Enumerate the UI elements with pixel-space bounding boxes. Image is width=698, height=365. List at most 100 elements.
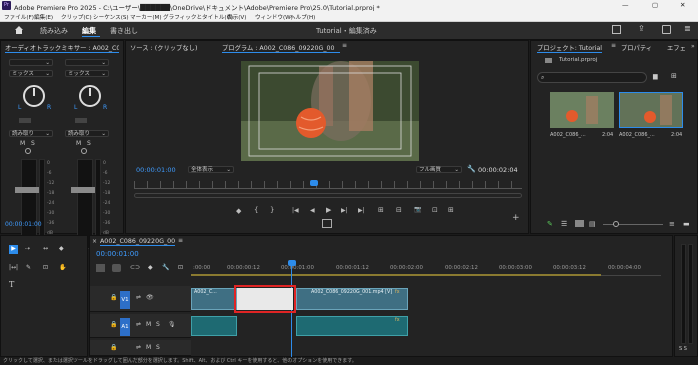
channel-2-mute[interactable]: M xyxy=(76,140,81,147)
home-icon[interactable] xyxy=(14,25,24,35)
channel-1-record-button[interactable] xyxy=(25,148,31,154)
freeform-view-icon[interactable]: ▤ xyxy=(589,220,596,228)
compare-view-button[interactable]: ⊡ xyxy=(432,206,438,214)
clip-v1-main[interactable]: A002_C086_09220G_001.mp4 [V] fx xyxy=(296,288,408,310)
timeline-menu-icon[interactable]: ≡ xyxy=(178,237,183,244)
channel-1-pan-value[interactable] xyxy=(19,118,31,123)
channel-1-mute[interactable]: M xyxy=(20,140,25,147)
mark-out-button[interactable]: } xyxy=(270,206,274,214)
list-view-icon[interactable]: ☰ xyxy=(561,220,567,228)
channel-1-pan-knob[interactable] xyxy=(23,85,45,107)
channel-2-pan-knob[interactable] xyxy=(79,85,101,107)
icon-view-icon[interactable] xyxy=(575,220,584,227)
sync-lock-icon[interactable]: ⇌ xyxy=(136,344,141,351)
vr-view-button[interactable] xyxy=(322,219,332,228)
new-bin-icon[interactable]: ▆ xyxy=(653,73,658,80)
channel-2-input-select[interactable]: ⌄ xyxy=(65,59,109,66)
eye-icon[interactable]: 👁 xyxy=(146,294,154,301)
menu-file[interactable]: ファイル(F) xyxy=(4,13,34,21)
source-monitor-tab[interactable]: ソース : (クリップなし) xyxy=(130,43,197,52)
mixer-title[interactable]: オーディオトラックミキサー : A002_C086_0922C xyxy=(5,43,119,53)
extract-button[interactable]: ⊟ xyxy=(396,206,402,214)
timeline-timecode[interactable]: 00:00:01:00 xyxy=(96,250,139,258)
program-monitor-tab[interactable]: プログラム : A002_C086_09220G_00 xyxy=(222,43,340,53)
program-menu-icon[interactable]: ≡ xyxy=(342,42,347,49)
track-solo-a2[interactable]: S xyxy=(156,344,160,351)
fit-select[interactable]: 全体表示 ⌄ xyxy=(188,166,234,173)
meter-solo-icon[interactable]: S S xyxy=(679,346,687,352)
minimize-button[interactable]: — xyxy=(622,1,629,9)
tab-effects[interactable]: エフェ xyxy=(667,43,686,52)
program-playhead-timecode[interactable]: 00:00:01:00 xyxy=(136,166,176,174)
menu-sequence[interactable]: シーケンス(S) xyxy=(93,13,129,21)
notifications-icon[interactable]: ≣ xyxy=(684,24,691,33)
track-target-a1[interactable]: A1 xyxy=(120,318,130,336)
close-window-button[interactable]: ✕ xyxy=(680,1,685,9)
track-target-v1[interactable]: V1 xyxy=(120,291,130,309)
track-mute-a2[interactable]: M xyxy=(146,344,151,351)
type-tool-icon[interactable]: T xyxy=(9,280,14,289)
proxy-button[interactable]: ⊞ xyxy=(448,206,454,214)
go-to-in-button[interactable]: |◀ xyxy=(292,207,299,214)
channel-1-mode-select[interactable]: ミックス ⌄ xyxy=(9,70,53,77)
tab-edit[interactable]: 編集 xyxy=(82,26,96,36)
add-marker-button[interactable]: ◆ xyxy=(236,207,241,215)
channel-1-input-select[interactable]: ⌄ xyxy=(9,59,53,66)
menu-window[interactable]: ウィンドウ(W) xyxy=(255,13,293,21)
wrench-icon[interactable]: 🔧 xyxy=(467,165,476,173)
menu-marker[interactable]: マーカー(M) xyxy=(130,13,162,21)
channel-2-mode-select[interactable]: ミックス ⌄ xyxy=(65,70,109,77)
add-marker-timeline-icon[interactable]: ◆ xyxy=(148,264,153,271)
tab-properties[interactable]: プロパティ xyxy=(621,43,652,52)
lock-icon[interactable]: 🔒 xyxy=(110,321,117,328)
pencil-icon[interactable]: ✎ xyxy=(547,220,553,228)
timeline-playhead-handle[interactable] xyxy=(288,260,296,266)
new-item-bottom-icon[interactable]: ▬ xyxy=(683,220,690,228)
program-playhead[interactable] xyxy=(310,180,318,186)
fullscreen-icon[interactable] xyxy=(662,25,671,34)
nest-toggle-icon[interactable] xyxy=(96,264,105,272)
export-frame-button[interactable]: 📷 xyxy=(414,206,421,213)
mixer-timecode[interactable]: 00:00:01:00 xyxy=(5,221,42,228)
mark-in-button[interactable]: { xyxy=(254,206,258,214)
track-mute-a1[interactable]: M xyxy=(146,321,151,328)
razor-tool-icon[interactable]: ◆ xyxy=(59,245,64,252)
thumbnail-size-slider[interactable] xyxy=(603,224,663,225)
lock-icon[interactable]: 🔒 xyxy=(110,294,117,301)
tab-export[interactable]: 書き出し xyxy=(110,26,138,36)
sync-lock-icon[interactable]: ⇌ xyxy=(136,294,141,301)
captions-icon[interactable]: ⊡ xyxy=(178,264,183,271)
clip-a1-main[interactable]: fx xyxy=(296,316,408,336)
hand-tool-icon[interactable]: ✋ xyxy=(59,264,66,271)
menu-edit[interactable]: 編集(E) xyxy=(34,13,53,21)
tab-import[interactable]: 読み込み xyxy=(40,26,68,36)
timeline-ruler[interactable]: :00:00 00:00:00:12 00:00:01:00 00:00:01:… xyxy=(191,260,661,276)
close-sequence-icon[interactable]: × xyxy=(92,238,97,245)
workspaces-icon[interactable] xyxy=(612,25,621,34)
channel-2-pan-value[interactable] xyxy=(75,118,87,123)
channel-1-solo[interactable]: S xyxy=(31,140,35,147)
ripple-edit-tool-icon[interactable]: ↔ xyxy=(43,245,48,252)
channel-1-automation-select[interactable]: 読み取り ⌄ xyxy=(9,130,53,137)
menu-graphics[interactable]: グラフィックとタイトル(G) xyxy=(163,13,233,21)
sequence-tab[interactable]: A002_C086_09220G_00 xyxy=(100,238,176,246)
share-icon[interactable]: ⇪ xyxy=(638,24,645,33)
pen-tool-icon[interactable]: ✎ xyxy=(26,264,31,271)
menu-help[interactable]: ヘルプ(H) xyxy=(290,13,315,21)
project-menu-icon[interactable]: ≡ xyxy=(611,42,616,49)
lock-icon[interactable]: 🔒 xyxy=(110,344,117,351)
step-forward-button[interactable]: ▶| xyxy=(341,207,348,214)
new-item-icon[interactable]: ⊞ xyxy=(671,72,677,80)
project-item-thumbnail-1[interactable] xyxy=(550,92,614,128)
selection-tool-icon[interactable]: ▶ xyxy=(9,245,18,254)
add-button-icon[interactable]: + xyxy=(512,213,520,223)
program-zoom-scrollbar[interactable] xyxy=(134,193,522,198)
thumbnail-size-handle[interactable] xyxy=(613,221,619,227)
menu-clip[interactable]: クリップ(C) xyxy=(61,13,92,21)
timeline-settings-icon[interactable]: 🔧 xyxy=(162,264,169,271)
more-panels-icon[interactable]: » xyxy=(691,43,695,50)
channel-2-solo[interactable]: S xyxy=(87,140,91,147)
project-item-thumbnail-2[interactable] xyxy=(619,92,683,128)
track-solo-a1[interactable]: S xyxy=(156,321,160,328)
quality-select[interactable]: フル画質 ⌄ xyxy=(416,166,462,173)
